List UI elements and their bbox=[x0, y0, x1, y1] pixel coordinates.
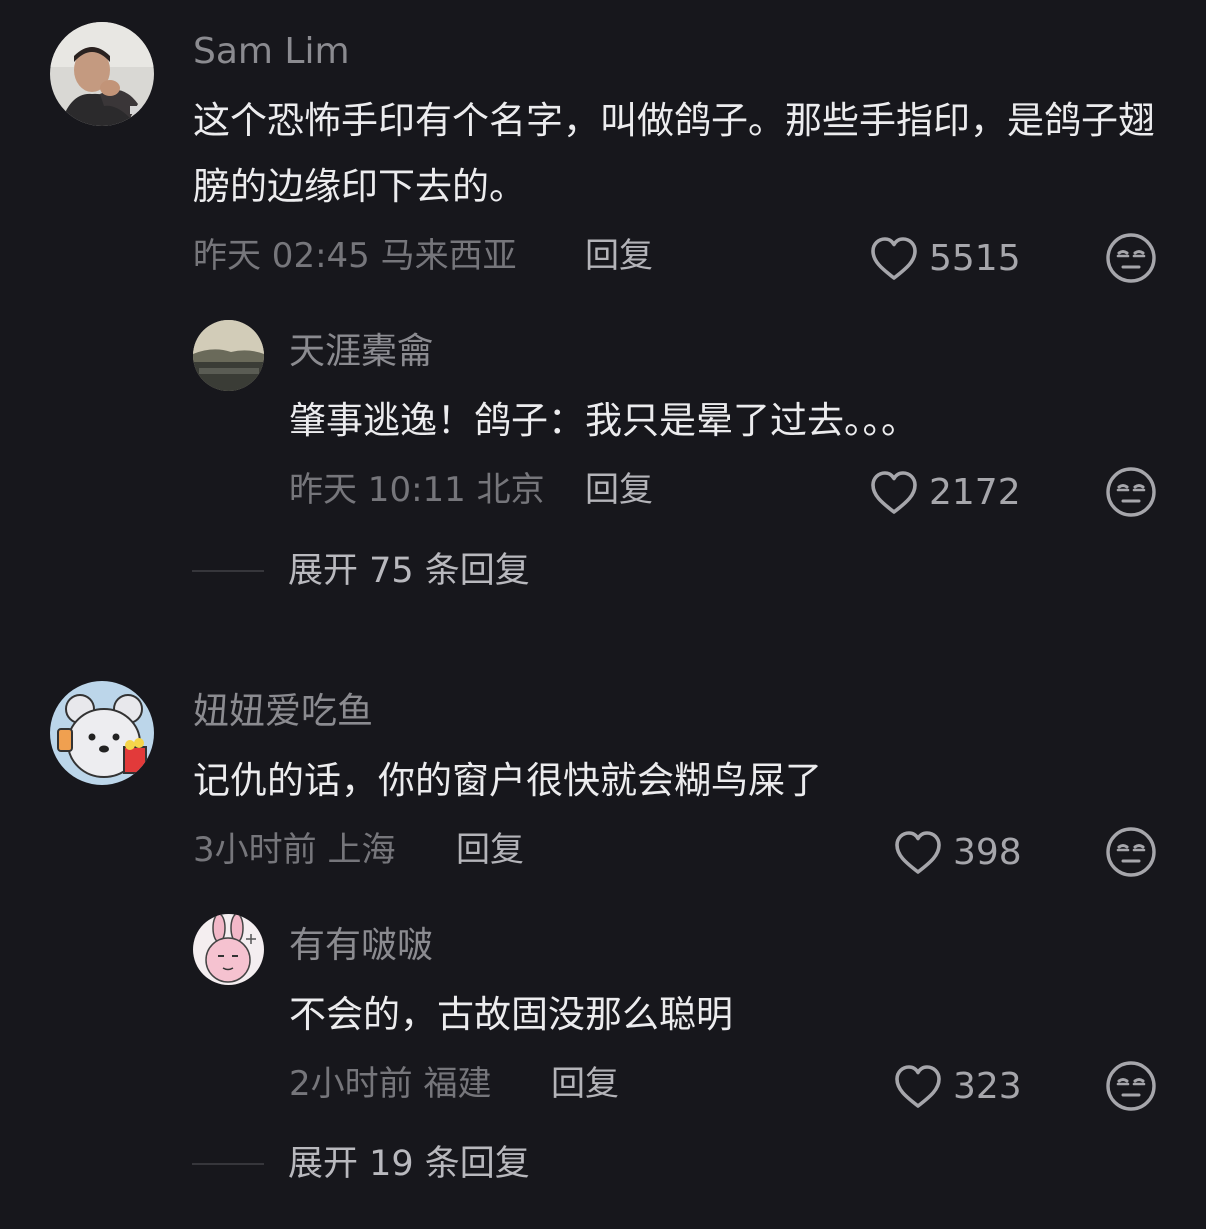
like-button[interactable]: 5515 bbox=[869, 234, 1021, 284]
heart-outline-icon bbox=[895, 831, 941, 874]
comment-thread: Sam Lim 这个恐怖手印有个名字，叫做鸽子。那些手指印，是鸽子翅膀的边缘印下… bbox=[0, 0, 1206, 1229]
comment-meta: 昨天 02:45 马来西亚 bbox=[193, 236, 517, 276]
avatar[interactable] bbox=[193, 914, 264, 985]
expand-replies-label: 展开 75 条回复 bbox=[288, 551, 530, 591]
avatar[interactable] bbox=[50, 681, 154, 785]
like-button[interactable]: 323 bbox=[893, 1062, 1022, 1112]
expand-replies-button[interactable]: 展开 19 条回复 bbox=[192, 1142, 530, 1186]
reply-text: 不会的，古故固没那么聪明 bbox=[289, 993, 733, 1036]
heart-outline-icon bbox=[895, 1065, 941, 1108]
reply-button[interactable]: 回复 bbox=[585, 234, 653, 278]
heart-outline-icon bbox=[871, 237, 917, 280]
comment-username[interactable]: Sam Lim bbox=[193, 30, 350, 74]
reply-text: 肇事逃逸！鸽子：我只是晕了过去。。。 bbox=[289, 399, 918, 442]
like-button[interactable]: 398 bbox=[893, 828, 1022, 878]
like-button[interactable]: 2172 bbox=[869, 468, 1021, 518]
reply-button[interactable]: 回复 bbox=[585, 468, 653, 512]
like-count: 2172 bbox=[929, 472, 1021, 513]
dislike-button[interactable] bbox=[1105, 1060, 1157, 1112]
dislike-button[interactable] bbox=[1105, 232, 1157, 284]
dislike-button[interactable] bbox=[1105, 826, 1157, 878]
comment-text: 记仇的话，你的窗户很快就会糊鸟屎了 bbox=[193, 759, 822, 802]
like-count: 323 bbox=[953, 1066, 1022, 1107]
unamused-face-icon bbox=[1106, 827, 1156, 877]
unamused-face-icon bbox=[1106, 233, 1156, 283]
heart-outline-icon bbox=[871, 471, 917, 514]
like-count: 5515 bbox=[929, 238, 1021, 279]
reply-button[interactable]: 回复 bbox=[456, 828, 524, 872]
avatar[interactable] bbox=[50, 22, 154, 126]
reply-meta: 昨天 10:11 北京 bbox=[289, 470, 545, 510]
like-count: 398 bbox=[953, 832, 1022, 873]
divider-line bbox=[192, 570, 264, 572]
comment-text: 这个恐怖手印有个名字，叫做鸽子。那些手指印，是鸽子翅膀的边缘印下去的。 bbox=[193, 99, 1155, 208]
reply-username[interactable]: 有有啵啵 bbox=[289, 924, 433, 968]
unamused-face-icon bbox=[1106, 1061, 1156, 1111]
unamused-face-icon bbox=[1106, 467, 1156, 517]
expand-replies-label: 展开 19 条回复 bbox=[288, 1144, 530, 1184]
comment-username[interactable]: 妞妞爱吃鱼 bbox=[193, 690, 373, 734]
avatar[interactable] bbox=[193, 320, 264, 391]
reply-username[interactable]: 天涯橐龠 bbox=[289, 330, 433, 374]
reply-button[interactable]: 回复 bbox=[551, 1062, 619, 1106]
expand-replies-button[interactable]: 展开 75 条回复 bbox=[192, 549, 530, 593]
divider-line bbox=[192, 1163, 264, 1165]
dislike-button[interactable] bbox=[1105, 466, 1157, 518]
reply-meta: 2小时前 福建 bbox=[289, 1064, 492, 1104]
comment-meta: 3小时前 上海 bbox=[193, 830, 396, 870]
